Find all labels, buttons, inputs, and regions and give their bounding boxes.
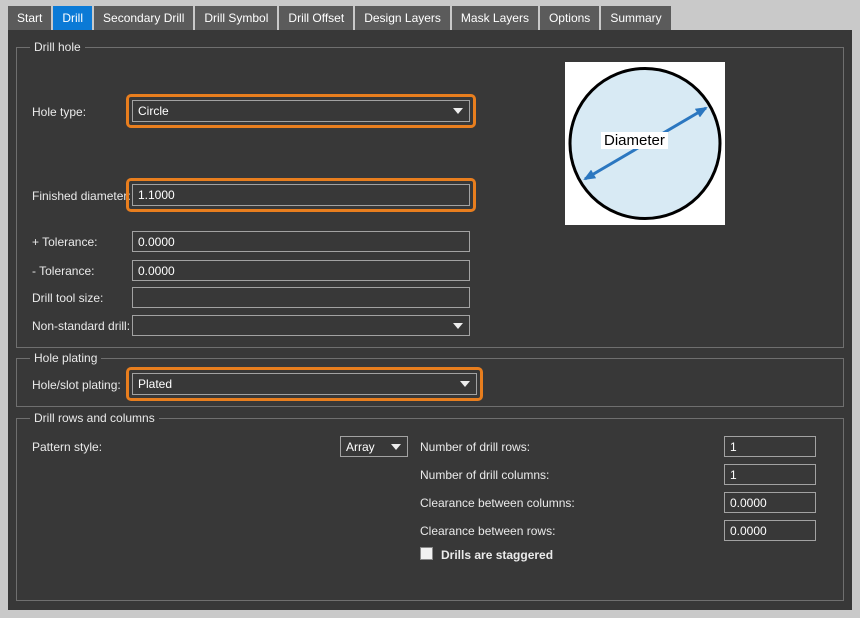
tab-design-layers[interactable]: Design Layers bbox=[355, 6, 450, 30]
hole-slot-plating-value: Plated bbox=[138, 377, 172, 391]
minus-tolerance-input[interactable] bbox=[132, 260, 470, 281]
drills-staggered-checkbox[interactable] bbox=[420, 547, 433, 560]
non-standard-drill-label: Non-standard drill: bbox=[32, 319, 130, 333]
hole-plating-group-title: Hole plating bbox=[30, 351, 101, 365]
clearance-columns-input[interactable] bbox=[724, 492, 816, 513]
chevron-down-icon bbox=[391, 444, 401, 450]
pattern-style-label: Pattern style: bbox=[32, 440, 102, 454]
diameter-diagram: Diameter bbox=[565, 62, 725, 225]
tab-secondary-drill[interactable]: Secondary Drill bbox=[94, 6, 193, 30]
drill-rows-input[interactable] bbox=[724, 436, 816, 457]
clearance-rows-input[interactable] bbox=[724, 520, 816, 541]
hole-slot-plating-dropdown[interactable]: Plated bbox=[132, 373, 477, 395]
pattern-style-value: Array bbox=[346, 440, 375, 454]
chevron-down-icon bbox=[460, 381, 470, 387]
tab-start[interactable]: Start bbox=[8, 6, 51, 30]
minus-tolerance-label: - Tolerance: bbox=[32, 264, 94, 278]
drill-tool-size-label: Drill tool size: bbox=[32, 291, 103, 305]
pattern-style-dropdown[interactable]: Array bbox=[340, 436, 408, 457]
clearance-columns-label: Clearance between columns: bbox=[420, 496, 575, 510]
tab-drill[interactable]: Drill bbox=[53, 6, 92, 30]
hole-type-value: Circle bbox=[138, 104, 169, 118]
finished-diameter-label: Finished diameter: bbox=[32, 189, 131, 203]
plus-tolerance-label: + Tolerance: bbox=[32, 235, 98, 249]
drill-rows-label: Number of drill rows: bbox=[420, 440, 530, 454]
drill-columns-label: Number of drill columns: bbox=[420, 468, 549, 482]
tab-drill-offset[interactable]: Drill Offset bbox=[279, 6, 353, 30]
highlight-box-finished-diameter bbox=[126, 178, 476, 212]
hole-type-label: Hole type: bbox=[32, 105, 86, 119]
tab-mask-layers[interactable]: Mask Layers bbox=[452, 6, 538, 30]
plus-tolerance-input[interactable] bbox=[132, 231, 470, 252]
highlight-box-hole-type: Circle bbox=[126, 94, 476, 128]
highlight-box-hole-slot-plating: Plated bbox=[126, 367, 483, 401]
chevron-down-icon bbox=[453, 108, 463, 114]
tab-summary[interactable]: Summary bbox=[601, 6, 670, 30]
drills-staggered-label[interactable]: Drills are staggered bbox=[441, 548, 553, 562]
non-standard-drill-dropdown[interactable] bbox=[132, 315, 470, 336]
tab-drill-symbol[interactable]: Drill Symbol bbox=[195, 6, 277, 30]
drill-tool-size-input[interactable] bbox=[132, 287, 470, 308]
tab-bar: Start Drill Secondary Drill Drill Symbol… bbox=[8, 6, 671, 30]
drill-hole-group-title: Drill hole bbox=[30, 40, 85, 54]
drill-rows-columns-group-title: Drill rows and columns bbox=[30, 411, 159, 425]
drill-tab-panel: Drill hole Hole type: Circle Diameter Fi… bbox=[8, 30, 852, 610]
chevron-down-icon bbox=[453, 323, 463, 329]
finished-diameter-input[interactable] bbox=[132, 184, 470, 206]
tab-options[interactable]: Options bbox=[540, 6, 599, 30]
hole-slot-plating-label: Hole/slot plating: bbox=[32, 378, 121, 392]
clearance-rows-label: Clearance between rows: bbox=[420, 524, 555, 538]
hole-type-dropdown[interactable]: Circle bbox=[132, 100, 470, 122]
diagram-caption: Diameter bbox=[601, 132, 668, 149]
drill-columns-input[interactable] bbox=[724, 464, 816, 485]
